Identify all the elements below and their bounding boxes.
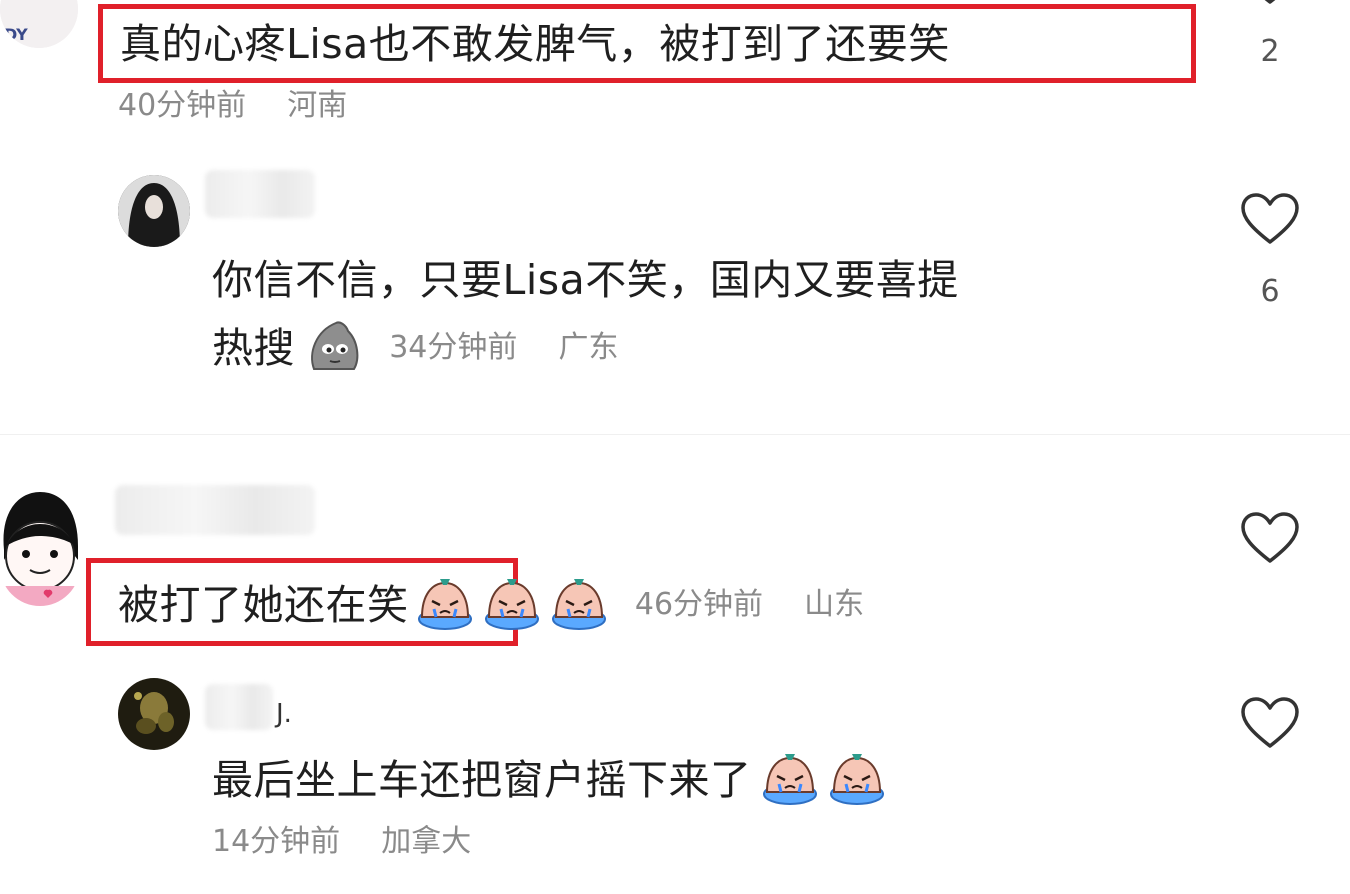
crying-sticker-icon [761, 750, 819, 810]
comment-text-line-1: 你信不信，只要Lisa不笑，国内又要喜提 [212, 256, 959, 304]
comment-time: 34分钟前 [389, 330, 518, 365]
comment-location: 山东 [804, 587, 865, 622]
comment-row: 被打了她还在笑 46分钟前 山东 [118, 575, 864, 635]
heart-icon[interactable] [1240, 0, 1300, 6]
comment-time: 46分钟前 [634, 587, 764, 622]
comment-location: 广东 [558, 330, 619, 365]
like-count: 2 [1260, 34, 1280, 69]
avatar-comment-3[interactable] [0, 490, 80, 606]
comment-meta: 14分钟前 加拿大 [212, 824, 471, 860]
comment-text: 最后坐上车还把窗户摇下来了 [212, 756, 752, 804]
avatar-image [118, 175, 190, 247]
heart-icon[interactable] [1240, 511, 1300, 565]
comment-meta: 46分钟前 山东 [635, 587, 864, 622]
comment-text-line-2: 热搜 [212, 324, 295, 372]
username-suffix: J. [276, 699, 292, 729]
comment-location: 河南 [287, 88, 348, 123]
crying-sticker-icon [483, 575, 541, 635]
comment-location: 加拿大 [381, 824, 472, 859]
avatar-comment-2[interactable] [118, 175, 190, 247]
avatar-image [118, 678, 190, 750]
crying-sticker-icon [828, 750, 886, 810]
like-count: 6 [1260, 274, 1280, 309]
avatar-comment-4[interactable] [118, 678, 190, 750]
comment-time: 14分钟前 [212, 824, 341, 859]
comment-second-line: 热搜 34分钟前 广东 [212, 318, 618, 378]
svg-text:DY: DY [4, 25, 28, 44]
heart-icon[interactable] [1240, 696, 1300, 750]
username-blurred[interactable] [115, 485, 315, 535]
heart-icon[interactable] [1240, 192, 1300, 246]
comment-row: 最后坐上车还把窗户摇下来了 [212, 750, 886, 810]
comment-meta: 34分钟前 广东 [389, 330, 618, 365]
section-divider [0, 434, 1350, 435]
avatar-image [0, 490, 80, 606]
crying-sticker-icon [550, 575, 608, 635]
comment-time: 40分钟前 [118, 88, 247, 123]
username-blurred[interactable] [205, 170, 315, 218]
crying-sticker-icon [416, 575, 474, 635]
sly-sticker-icon [306, 319, 362, 377]
comment-text: 被打了她还在笑 [118, 581, 409, 629]
avatar-comment-1[interactable]: DY [0, 0, 78, 48]
avatar-image: DY [0, 0, 78, 48]
comment-text: 真的心疼Lisa也不敢发脾气，被打到了还要笑 [120, 20, 950, 68]
comment-meta: 40分钟前 河南 [118, 88, 347, 124]
username-blurred[interactable] [205, 684, 273, 730]
